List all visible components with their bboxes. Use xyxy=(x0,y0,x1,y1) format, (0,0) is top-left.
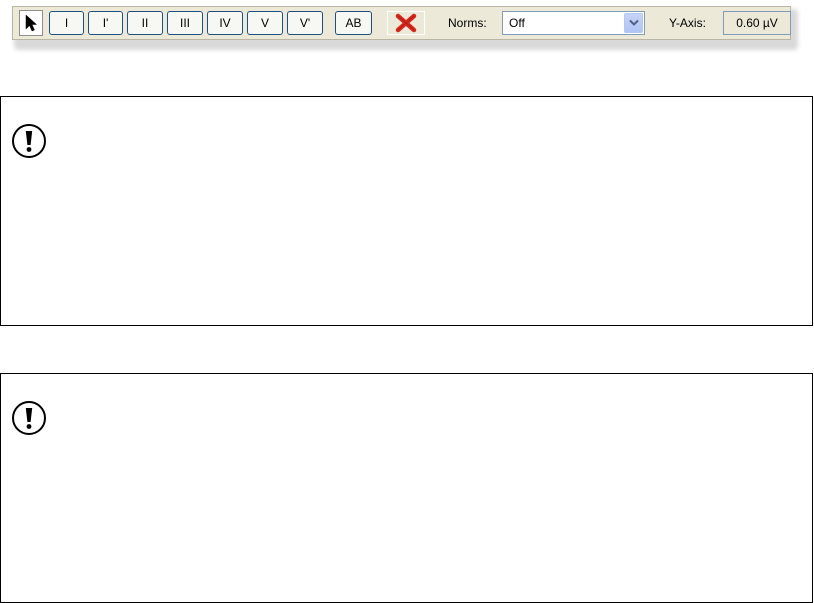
note-box-2 xyxy=(0,373,813,603)
norms-select[interactable]: Off xyxy=(502,11,645,35)
norms-dropdown-button[interactable] xyxy=(624,13,643,33)
wave-button-iv[interactable]: IV xyxy=(207,11,243,35)
arrow-pointer-icon xyxy=(25,14,38,32)
wave-button-ii[interactable]: II xyxy=(127,11,163,35)
waveform-toolbar: I I' II III IV V V' AB Norms: Off Y-Axis… xyxy=(12,6,791,40)
note-box-1 xyxy=(0,96,813,326)
norms-label: Norms: xyxy=(448,16,487,30)
wave-button-v-prime[interactable]: V' xyxy=(287,11,323,35)
chevron-down-icon xyxy=(628,19,639,26)
exclamation-circle-icon xyxy=(12,124,46,158)
norms-selected-value: Off xyxy=(509,16,525,30)
wave-button-i-prime[interactable]: I' xyxy=(88,11,123,35)
wave-button-v[interactable]: V xyxy=(247,11,283,35)
y-axis-label: Y-Axis: xyxy=(669,16,706,30)
pointer-tool-button[interactable] xyxy=(19,10,43,36)
wave-button-iii[interactable]: III xyxy=(167,11,203,35)
wave-button-i[interactable]: I xyxy=(49,11,84,35)
wave-button-ab[interactable]: AB xyxy=(335,11,372,35)
y-axis-value: 0.60 µV xyxy=(723,11,791,35)
red-x-icon xyxy=(395,13,417,33)
clear-markers-button[interactable] xyxy=(387,11,425,35)
exclamation-circle-icon xyxy=(12,401,46,435)
